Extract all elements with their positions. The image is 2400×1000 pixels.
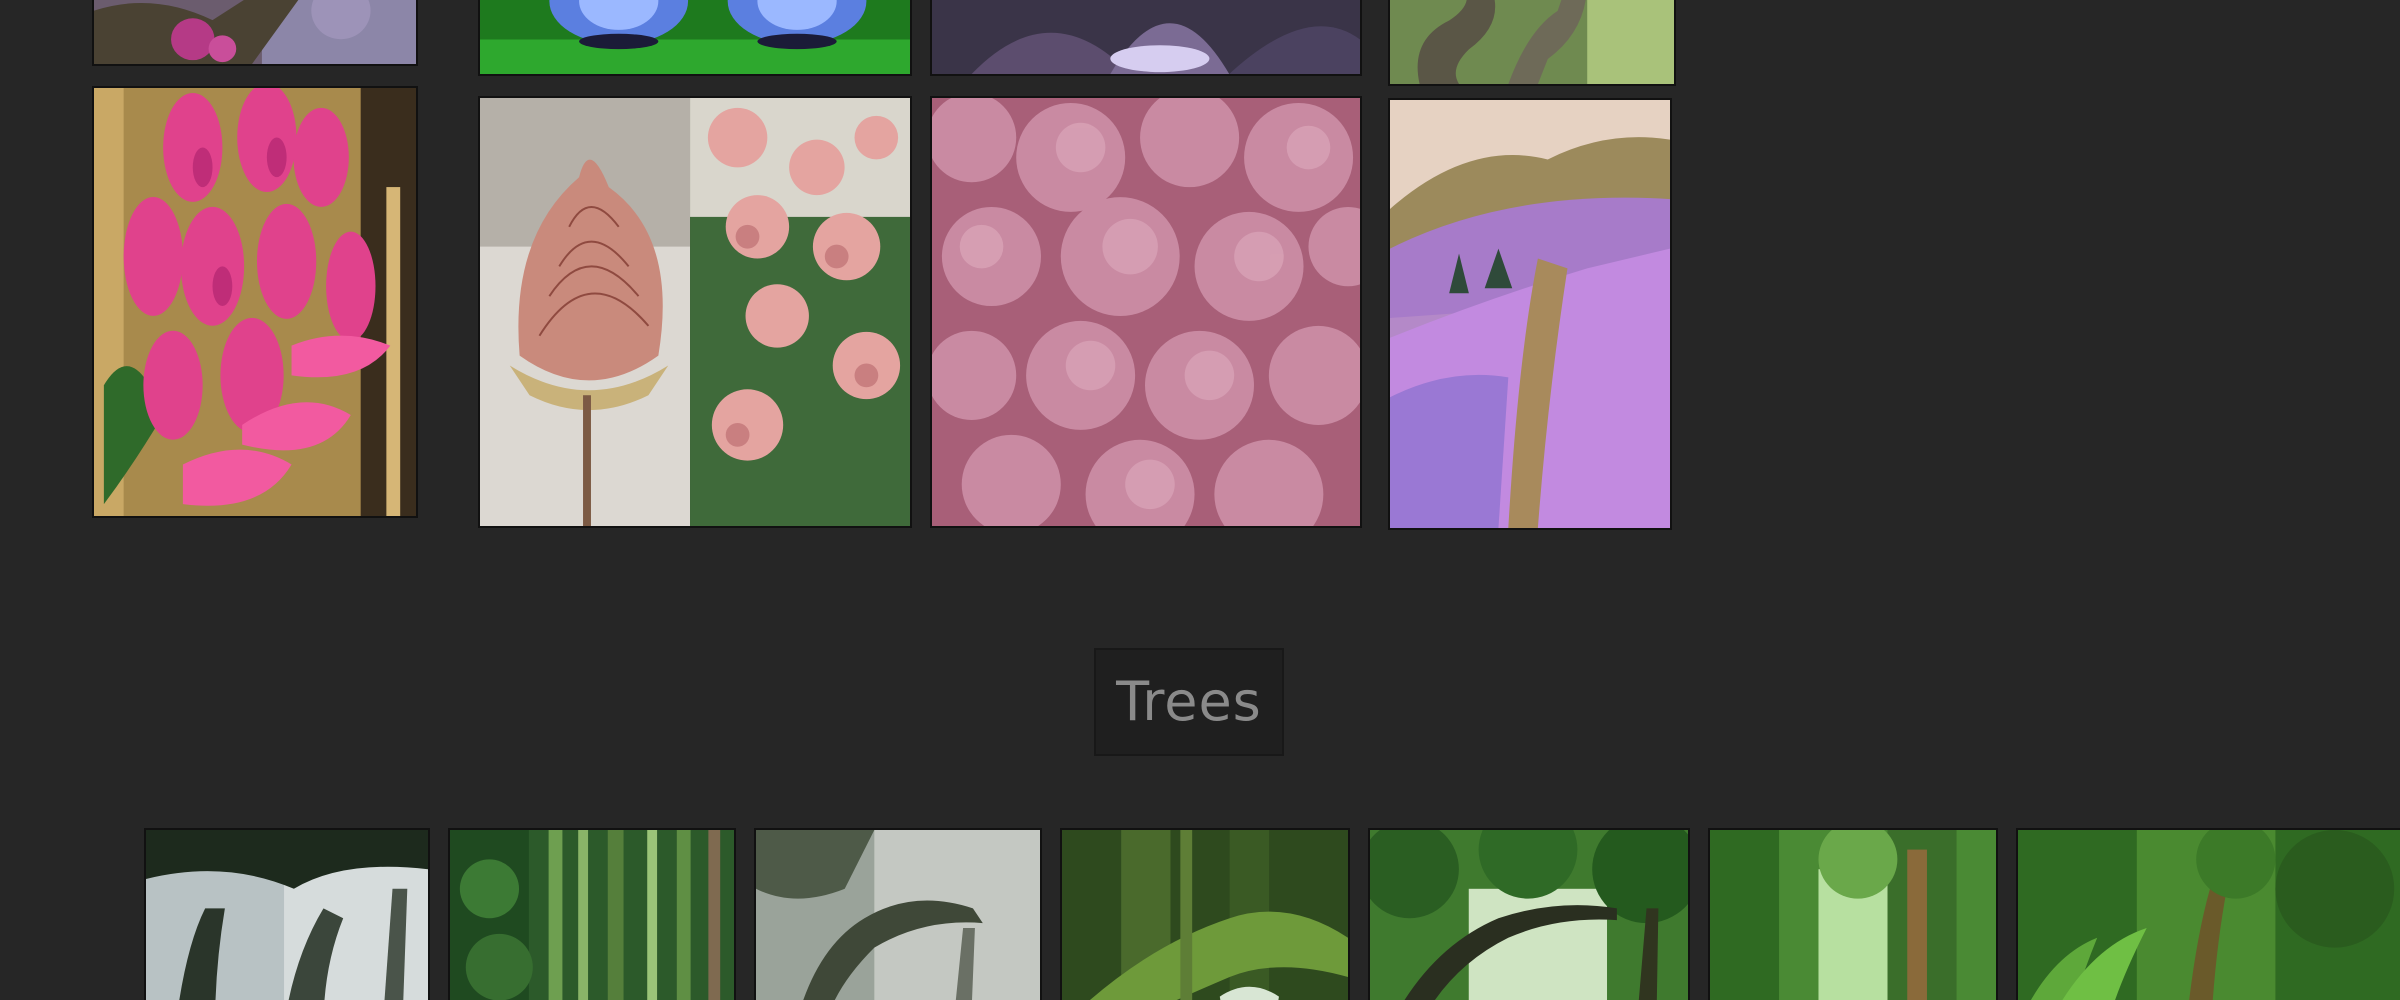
twisted-trees-photo[interactable] xyxy=(1388,0,1676,86)
blue-glowing-plant-photo[interactable] xyxy=(478,0,912,76)
pink-blossom-tree-photo[interactable] xyxy=(92,0,418,66)
green-canopy-forest-photo[interactable] xyxy=(1368,828,1690,1000)
mossy-log-forest-photo[interactable] xyxy=(1060,828,1350,1000)
misty-oak-forest-photo[interactable] xyxy=(144,828,430,1000)
pink-ginger-flowers-photo[interactable] xyxy=(92,86,418,518)
dense-jungle-photo[interactable] xyxy=(2016,828,2400,1000)
green-bamboo-forest-photo[interactable] xyxy=(448,828,736,1000)
foggy-forest-photo[interactable] xyxy=(754,828,1042,1000)
purple-flower-closeup-photo[interactable] xyxy=(930,0,1362,76)
purple-moss-hills-photo[interactable] xyxy=(1388,98,1672,530)
pink-lichen-moss-photo[interactable] xyxy=(930,96,1362,528)
pink-prairie-smoke-photo[interactable] xyxy=(478,96,912,528)
gallery-page: Trees xyxy=(0,0,2400,1000)
section-title-trees: Trees xyxy=(1094,648,1284,756)
sunlit-jungle-photo[interactable] xyxy=(1708,828,1998,1000)
